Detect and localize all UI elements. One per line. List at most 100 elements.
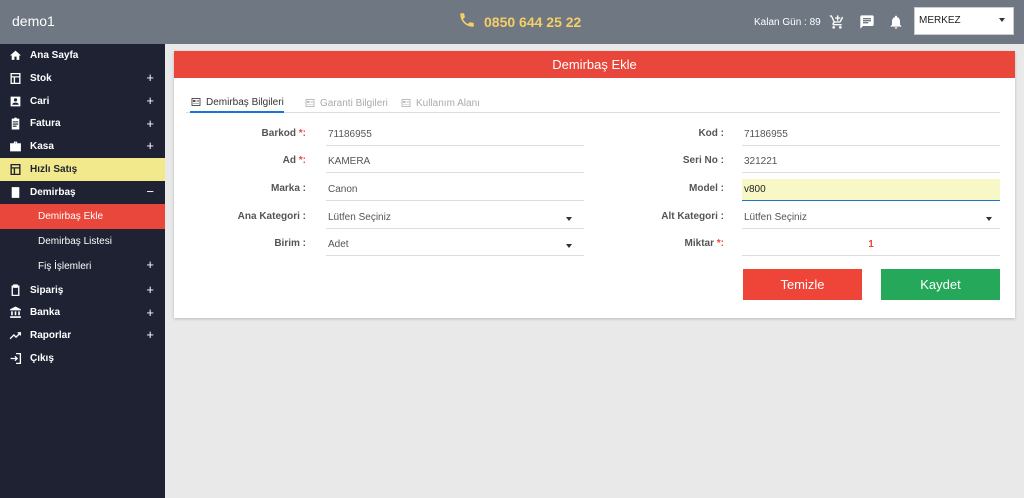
fixture-add-card: Demirbaş Ekle Demirbaş Bilgileri Garanti…	[174, 51, 1015, 318]
branch-select[interactable]: MERKEZ	[914, 7, 1014, 35]
sidebar-item-label: Hızlı Satış	[30, 164, 78, 176]
expand-icon[interactable]: +	[146, 138, 154, 153]
model-field[interactable]: v800	[742, 179, 1000, 201]
sidebar-item-label: Demirbaş Listesi	[38, 235, 112, 247]
account-icon	[8, 94, 22, 108]
ana-kategori-label: Ana Kategori :	[237, 211, 306, 222]
ana-kategori-value: Lütfen Seçiniz	[328, 212, 391, 223]
sidebar-item-label: Kasa	[30, 141, 54, 153]
sidebar-item-label: Demirbaş Ekle	[38, 210, 104, 222]
save-button[interactable]: Kaydet	[881, 269, 1000, 300]
model-label: Model :	[689, 183, 724, 194]
invoice-icon	[8, 117, 22, 131]
birim-select[interactable]: Adet	[326, 234, 584, 256]
branch-select-value: MERKEZ	[919, 15, 961, 26]
clear-button[interactable]: Temizle	[743, 269, 862, 300]
ana-kategori-row: Ana Kategori : Lütfen Seçiniz	[174, 207, 594, 229]
expand-icon[interactable]: +	[146, 327, 154, 342]
card-title: Demirbaş Ekle	[174, 51, 1015, 78]
expand-icon[interactable]: +	[146, 70, 154, 85]
kod-field[interactable]: 71186955	[742, 124, 1000, 146]
phone-text: 0850 644 25 22	[484, 13, 582, 30]
sidebar-item-cikis[interactable]: Çıkış	[0, 347, 165, 370]
seri-no-field[interactable]: 321221	[742, 151, 1000, 173]
expand-icon[interactable]: +	[146, 305, 154, 320]
sidebar-item-siparis[interactable]: Sipariş +	[0, 279, 165, 302]
sidebar-item-ana-sayfa[interactable]: Ana Sayfa	[0, 44, 165, 67]
alt-kategori-select[interactable]: Lütfen Seçiniz	[742, 207, 1000, 229]
sidebar-item-label: Stok	[30, 72, 52, 84]
bank-icon	[8, 306, 22, 320]
marka-field[interactable]: Canon	[326, 179, 584, 201]
sidebar-item-kasa[interactable]: Kasa +	[0, 135, 165, 158]
message-icon[interactable]	[859, 14, 875, 30]
sidebar-item-label: Çıkış	[30, 353, 54, 365]
tab-label: Kullanım Alanı	[416, 97, 480, 109]
birim-label: Birim :	[274, 238, 306, 249]
tab-kullanim-alani[interactable]: Kullanım Alanı	[400, 93, 480, 113]
quick-sale-icon	[8, 163, 22, 177]
model-row: Model : v800	[594, 179, 1015, 201]
ad-row: Ad *: KAMERA	[174, 151, 594, 173]
expand-icon[interactable]: +	[146, 282, 154, 297]
sidebar-item-banka[interactable]: Banka +	[0, 302, 165, 325]
tab-demirbas-bilgileri[interactable]: Demirbaş Bilgileri	[190, 93, 284, 113]
phone-icon	[458, 11, 476, 32]
alt-kategori-row: Alt Kategori : Lütfen Seçiniz	[594, 207, 1015, 229]
logout-icon	[8, 352, 22, 366]
phone-number: 0850 644 25 22	[458, 11, 581, 32]
info-card-icon	[401, 99, 411, 107]
birim-value: Adet	[328, 239, 349, 250]
ad-field[interactable]: KAMERA	[326, 151, 584, 173]
sidebar-item-hizli-satis[interactable]: Hızlı Satış	[0, 158, 165, 181]
top-bar: demo1 0850 644 25 22 Kalan Gün : 89 MERK…	[0, 0, 1024, 44]
remaining-days: Kalan Gün : 89	[754, 17, 821, 28]
chevron-down-icon	[566, 244, 572, 248]
info-card-icon	[305, 99, 315, 107]
report-icon	[8, 329, 22, 343]
sidebar-item-label: Cari	[30, 95, 50, 107]
sidebar-item-demirbas[interactable]: Demirbaş −	[0, 181, 165, 204]
cash-icon	[8, 140, 22, 154]
sidebar-item-label: Raporlar	[30, 330, 72, 342]
ana-kategori-select[interactable]: Lütfen Seçiniz	[326, 207, 584, 229]
tab-bar: Demirbaş Bilgileri Garanti Bilgileri Kul…	[186, 89, 1000, 113]
sidebar-item-demirbas-listesi[interactable]: Demirbaş Listesi	[0, 229, 165, 254]
expand-icon[interactable]: +	[146, 257, 154, 272]
miktar-field[interactable]: 1	[742, 234, 1000, 256]
order-icon	[8, 283, 22, 297]
expand-icon[interactable]: +	[146, 116, 154, 131]
kod-label: Kod :	[698, 128, 724, 139]
home-icon	[8, 49, 22, 63]
barkod-row: Barkod *: 71186955	[174, 124, 594, 146]
sidebar-item-label: Fiş İşlemleri	[38, 260, 92, 272]
stock-icon	[8, 71, 22, 85]
miktar-row: Miktar *: 1	[594, 234, 1015, 256]
expand-icon[interactable]: +	[146, 93, 154, 108]
app-name[interactable]: demo1	[12, 13, 55, 29]
tab-label: Demirbaş Bilgileri	[206, 96, 284, 108]
cart-icon[interactable]	[829, 14, 845, 30]
miktar-label: Miktar *:	[684, 238, 724, 249]
tab-garanti-bilgileri[interactable]: Garanti Bilgileri	[304, 93, 388, 113]
sidebar-item-fis-islemleri[interactable]: Fiş İşlemleri +	[0, 254, 165, 279]
sidebar-item-label: Demirbaş	[30, 186, 76, 198]
collapse-icon[interactable]: −	[146, 184, 154, 199]
tab-label: Garanti Bilgileri	[320, 97, 388, 109]
kod-row: Kod : 71186955	[594, 124, 1015, 146]
sidebar-item-demirbas-ekle[interactable]: Demirbaş Ekle	[0, 203, 165, 229]
sidebar-item-stok[interactable]: Stok +	[0, 67, 165, 90]
bell-icon[interactable]	[888, 14, 904, 30]
sidebar-item-fatura[interactable]: Fatura +	[0, 113, 165, 136]
barkod-label: Barkod *:	[261, 128, 306, 139]
sidebar-item-raporlar[interactable]: Raporlar +	[0, 324, 165, 347]
birim-row: Birim : Adet	[174, 234, 594, 256]
marka-row: Marka : Canon	[174, 179, 594, 201]
chevron-down-icon	[999, 18, 1005, 22]
barkod-field[interactable]: 71186955	[326, 124, 584, 146]
ad-label: Ad *:	[282, 155, 306, 166]
alt-kategori-label: Alt Kategori :	[661, 211, 724, 222]
chevron-down-icon	[986, 217, 992, 221]
sidebar-item-label: Fatura	[30, 118, 61, 130]
sidebar-item-cari[interactable]: Cari +	[0, 90, 165, 113]
